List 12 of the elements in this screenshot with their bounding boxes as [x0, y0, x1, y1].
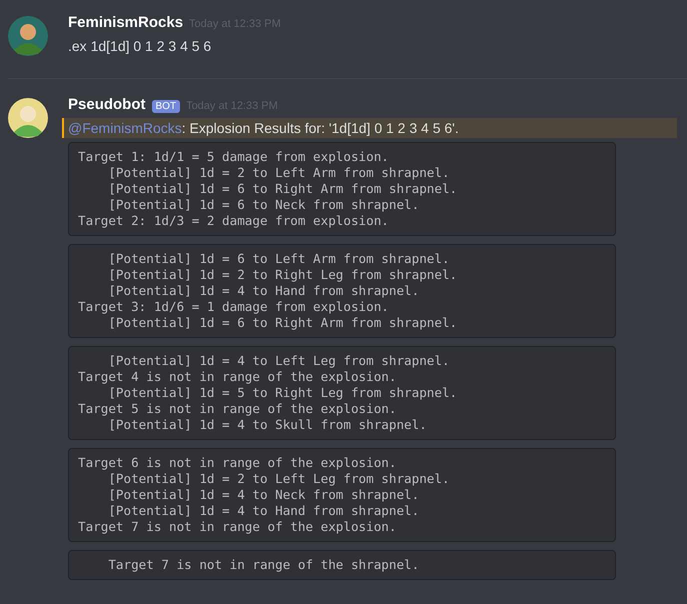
code-block: [Potential] 1d = 6 to Left Arm from shrapnel. [Potential] 1d = 2 to Right Leg from shrapnel. [Potential] 1d = 4 to Hand from shrapnel. Target 3: 1d/6 = 1 damage from explosion. [Potential] 1d = 6 to Right Arm from shrapnel. — [68, 244, 616, 338]
code-block: [Potential] 1d = 4 to Left Leg from shrapnel. Target 4 is not in range of the explosion. [Potential] 1d = 5 to Right Leg from shrapnel. Target 5 is not in range of the explosion. [Potential] 1d = 4 to Skull from shrapnel. — [68, 346, 616, 440]
message-text: @FeminismRocks: Explosion Results for: '1d[1d] 0 1 2 3 4 5 6'. — [62, 118, 677, 138]
author-name[interactable]: Pseudobot — [68, 96, 146, 113]
avatar[interactable] — [8, 16, 48, 56]
message-text: .ex 1d[1d] 0 1 2 3 4 5 6 — [67, 37, 212, 56]
code-block: Target 7 is not in range of the shrapnel. — [68, 550, 616, 580]
code-block: Target 6 is not in range of the explosion. [Potential] 1d = 2 to Left Leg from shrapnel. [Potential] 1d = 4 to Neck from shrapnel. [Potential] 1d = 4 to Hand from shrapnel. Target 7 is not in range of the explosion. — [68, 448, 616, 542]
bot-tag: BOT — [152, 100, 180, 112]
avatar[interactable] — [8, 98, 48, 138]
code-block: Target 1: 1d/1 = 5 damage from explosion. [Potential] 1d = 2 to Left Arm from shrapnel. [Potential] 1d = 6 to Right Arm from shrapnel. [Potential] 1d = 6 to Neck from shrapnel. Target 2: 1d/3 = 2 damage from explosion. — [68, 142, 616, 236]
author-name[interactable]: FeminismRocks — [68, 14, 184, 31]
